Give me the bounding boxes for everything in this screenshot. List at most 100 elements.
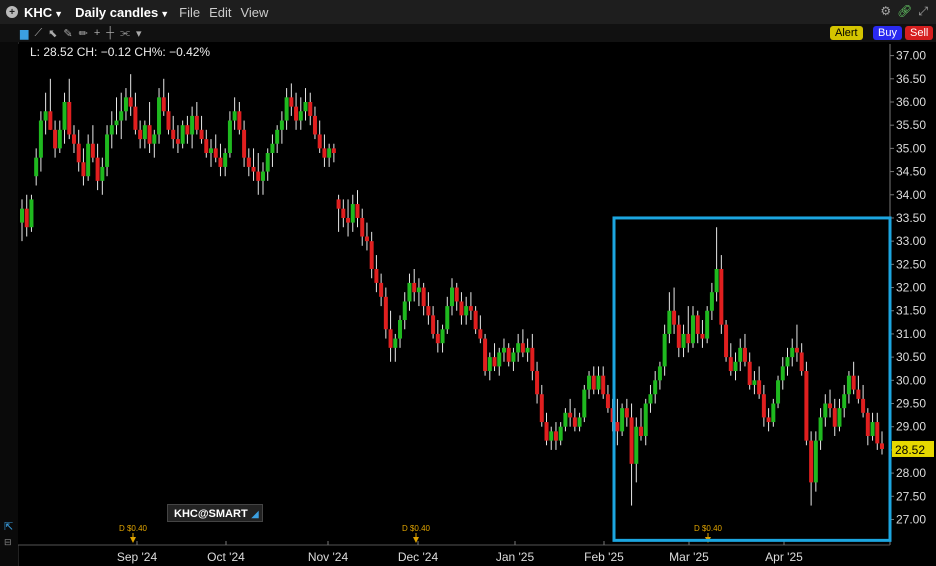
candle-body bbox=[435, 333, 440, 344]
candle-body bbox=[790, 347, 795, 358]
candle-body bbox=[48, 111, 53, 130]
candle-body bbox=[322, 148, 327, 158]
candle-body bbox=[501, 347, 506, 353]
candle-body bbox=[416, 287, 421, 293]
candle-body bbox=[473, 310, 478, 330]
candle-body bbox=[577, 417, 582, 427]
candle-body bbox=[705, 310, 710, 339]
candle-body bbox=[171, 129, 176, 140]
candle-body bbox=[681, 333, 686, 348]
candle-body bbox=[431, 315, 436, 334]
candle-body bbox=[223, 153, 228, 167]
price-tick-label: 31.50 bbox=[896, 304, 926, 318]
month-tick-label: Oct '24 bbox=[207, 550, 245, 564]
candle-body bbox=[232, 111, 237, 121]
candle-body bbox=[875, 422, 880, 444]
candle-body bbox=[275, 129, 280, 144]
candle-body bbox=[360, 217, 365, 237]
candle-body bbox=[837, 408, 842, 427]
candle-body bbox=[785, 357, 790, 367]
candle-body bbox=[818, 417, 823, 441]
candle-body bbox=[728, 357, 733, 372]
candle-body bbox=[828, 403, 833, 409]
price-tick-label: 30.00 bbox=[896, 373, 926, 387]
candle-body bbox=[303, 101, 308, 112]
candle-body bbox=[147, 125, 152, 144]
candle-body bbox=[346, 217, 351, 223]
candle-body bbox=[90, 143, 95, 158]
price-tick-label: 27.00 bbox=[896, 512, 926, 526]
price-tick-label: 35.50 bbox=[896, 118, 926, 132]
candle-body bbox=[804, 371, 809, 441]
candle-body bbox=[695, 315, 700, 334]
candle-body bbox=[761, 394, 766, 418]
candle-body bbox=[81, 162, 86, 177]
candle-body bbox=[185, 125, 190, 135]
candle-body bbox=[364, 236, 369, 242]
candle-body bbox=[483, 338, 488, 372]
candle-body bbox=[369, 241, 374, 269]
candle-body bbox=[265, 153, 270, 172]
candle-body bbox=[29, 199, 34, 228]
candle-body bbox=[587, 375, 592, 390]
candle-body bbox=[568, 412, 573, 418]
candle-body bbox=[535, 371, 540, 395]
candle-body bbox=[355, 204, 360, 218]
candle-body bbox=[209, 148, 214, 154]
candle-body bbox=[624, 408, 629, 418]
candle-body bbox=[714, 268, 719, 293]
price-tick-label: 32.50 bbox=[896, 257, 926, 271]
candle-body bbox=[615, 422, 620, 432]
candle-body bbox=[43, 111, 48, 121]
candle-body bbox=[856, 389, 861, 399]
candle-body bbox=[747, 361, 752, 385]
candle-body bbox=[440, 329, 445, 344]
candle-body bbox=[809, 440, 814, 483]
candle-body bbox=[213, 148, 218, 158]
candle-body bbox=[109, 125, 114, 135]
candle-body bbox=[596, 375, 601, 390]
candle-body bbox=[667, 310, 672, 334]
candle-body bbox=[776, 380, 781, 404]
price-tick-label: 32.00 bbox=[896, 281, 926, 295]
month-tick-label: Apr '25 bbox=[765, 550, 803, 564]
candle-body bbox=[157, 97, 162, 135]
candle-body bbox=[639, 426, 644, 436]
candle-body bbox=[421, 287, 426, 307]
candle-body bbox=[95, 157, 100, 181]
candle-body bbox=[487, 357, 492, 372]
candle-body bbox=[709, 292, 714, 311]
candle-body bbox=[634, 426, 639, 464]
candle-body bbox=[114, 120, 119, 126]
candle-body bbox=[643, 403, 648, 436]
candle-body bbox=[402, 301, 407, 321]
candle-body bbox=[478, 329, 483, 339]
candle-body bbox=[700, 333, 705, 339]
price-tick-label: 33.50 bbox=[896, 211, 926, 225]
candle-body bbox=[653, 380, 658, 395]
candle-body bbox=[119, 111, 124, 121]
candle-body bbox=[407, 282, 412, 302]
contract-tag[interactable]: KHC@SMART ◢ bbox=[167, 504, 263, 522]
price-tick-label: 36.50 bbox=[896, 72, 926, 86]
candle-body bbox=[199, 129, 204, 140]
candle-body bbox=[454, 287, 459, 302]
candle-body bbox=[279, 120, 284, 130]
candle-body bbox=[582, 389, 587, 418]
candle-body bbox=[492, 357, 497, 367]
price-tick-label: 37.00 bbox=[896, 49, 926, 63]
candle-body bbox=[246, 157, 251, 167]
candle-body bbox=[331, 148, 336, 154]
candle-body bbox=[260, 171, 265, 181]
candle-body bbox=[846, 375, 851, 395]
candle-body bbox=[657, 366, 662, 381]
last-price-label: 28.52 bbox=[895, 443, 925, 457]
price-tick-label: 30.50 bbox=[896, 350, 926, 364]
candle-body bbox=[123, 97, 128, 112]
price-tick-label: 29.00 bbox=[896, 420, 926, 434]
candle-body bbox=[690, 315, 695, 344]
candle-body bbox=[350, 204, 355, 223]
candle-body bbox=[672, 310, 677, 325]
candle-body bbox=[379, 282, 384, 297]
candle-body bbox=[766, 417, 771, 423]
